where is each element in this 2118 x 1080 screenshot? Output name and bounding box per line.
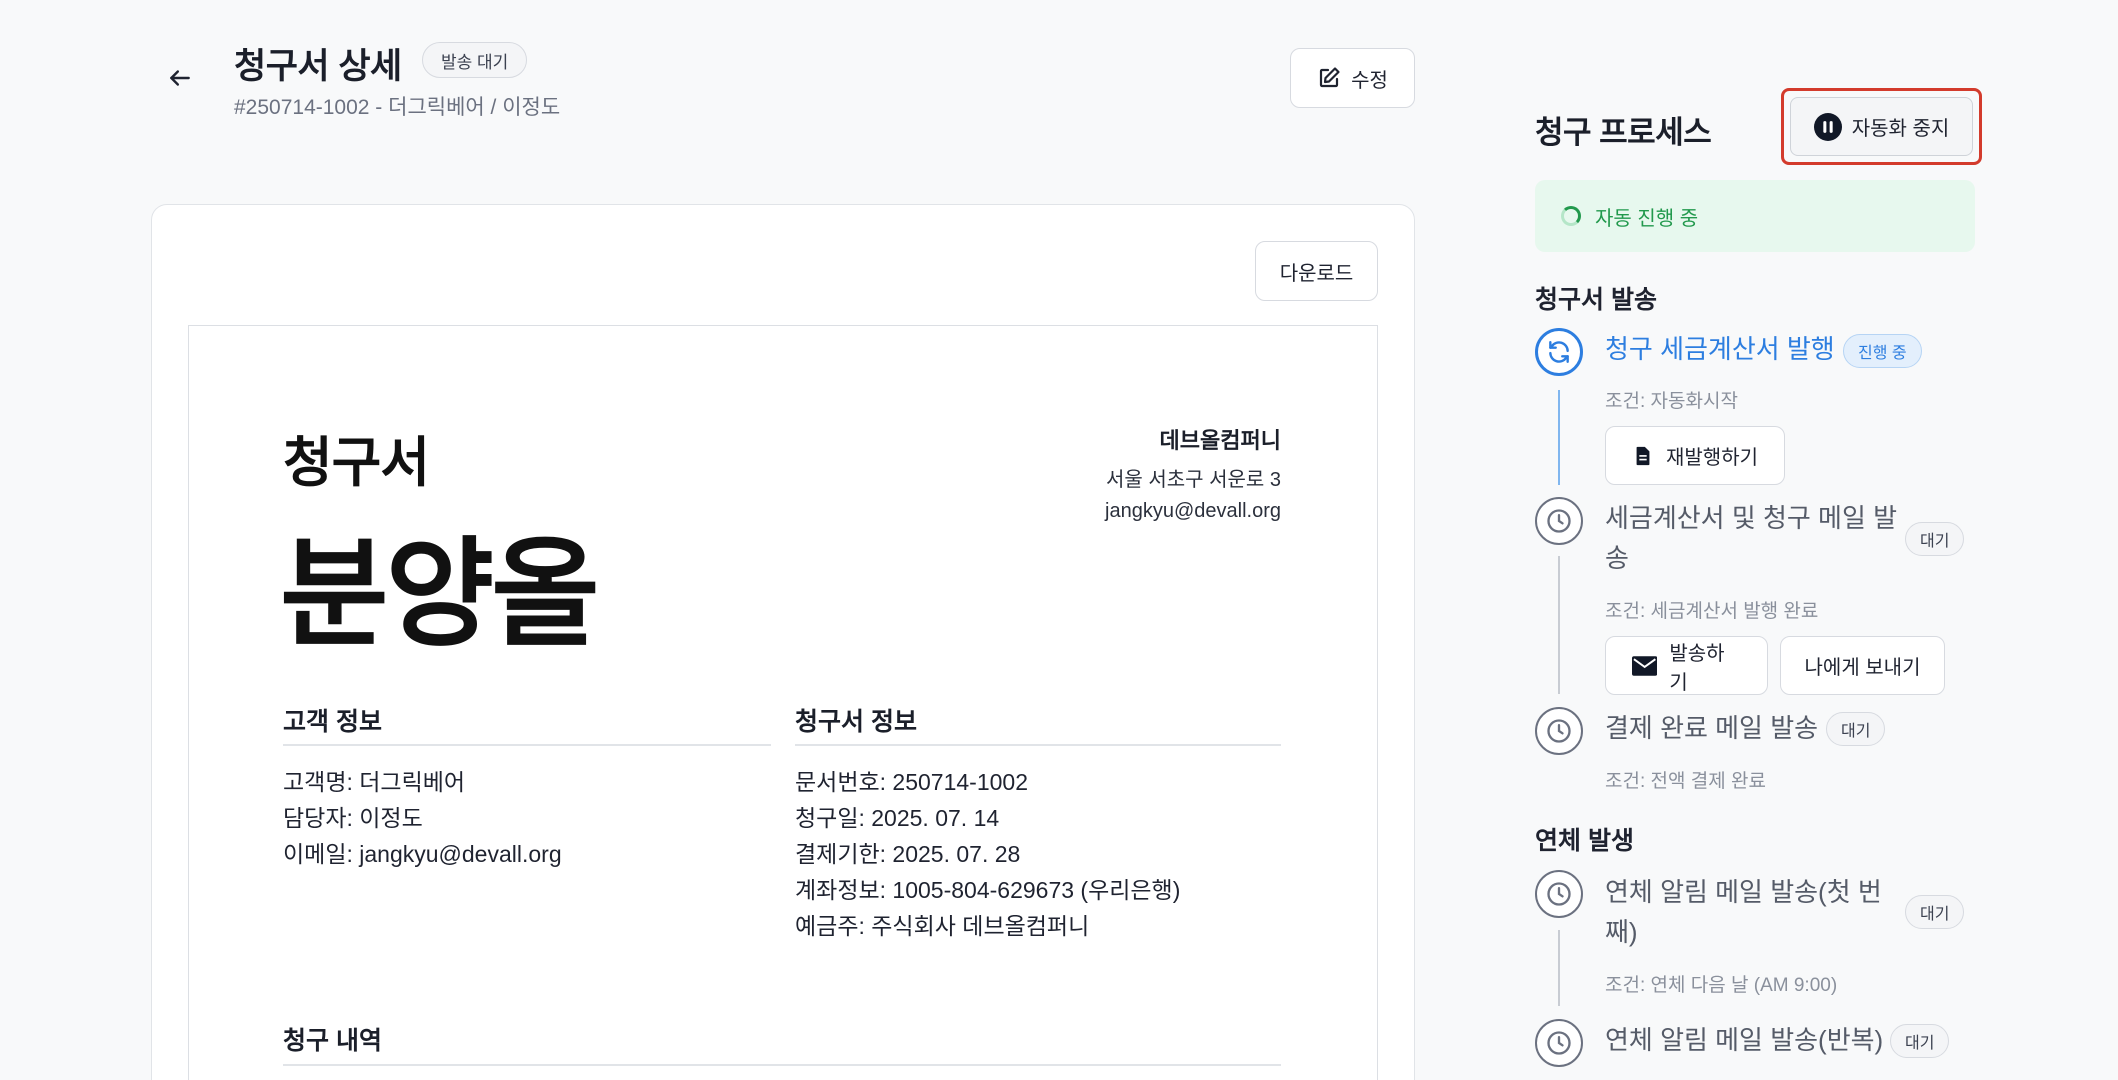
- group-heading-overdue: 연체 발생: [1535, 827, 1634, 855]
- send-to-me-button[interactable]: 나에게 보내기: [1780, 636, 1945, 695]
- section-divider: [795, 744, 1281, 746]
- step-status-badge: 진행 중: [1843, 334, 1922, 368]
- pause-automation-label: 자동화 중지: [1851, 118, 1950, 140]
- section-divider: [283, 1064, 1281, 1066]
- customer-email: 이메일: jangkyu@devall.org: [283, 841, 562, 867]
- company-email: jangkyu@devall.org: [1105, 500, 1281, 522]
- automation-status-text: 자동 진행 중: [1595, 207, 1699, 230]
- account-holder: 예금주: 주식회사 데브올컴퍼니: [795, 913, 1090, 939]
- page-subtitle: #250714-1002 - 더그릭베어 / 이정도: [234, 96, 561, 119]
- step-status-icon: [1535, 1019, 1583, 1067]
- customer-section-heading: 고객 정보: [283, 708, 382, 736]
- step-condition: 조건: 세금계산서 발행 완료: [1605, 601, 1819, 622]
- status-badge: 발송 대기: [422, 42, 528, 78]
- back-button[interactable]: [162, 60, 198, 96]
- document-number: 문서번호: 250714-1002: [795, 769, 1028, 795]
- invoice-big-label: 분양올: [280, 529, 600, 661]
- account-info: 계좌정보: 1005-804-629673 (우리은행): [795, 877, 1181, 903]
- pause-icon: [1813, 112, 1842, 141]
- section-divider: [283, 744, 771, 746]
- step-status-icon: [1535, 707, 1583, 755]
- send-button-label: 발송하기: [1669, 642, 1725, 694]
- clock-icon: [1547, 882, 1571, 906]
- step-status-badge: 대기: [1905, 895, 1965, 929]
- arrow-left-icon: [170, 70, 190, 86]
- reissue-button[interactable]: 재발행하기: [1605, 426, 1785, 485]
- step-condition: 조건: 전액 결제 완료: [1605, 771, 1766, 792]
- invoice-section-heading: 청구서 정보: [795, 708, 917, 736]
- timeline-connector: [1558, 930, 1560, 1006]
- step-title: 세금계산서 및 청구 메일 발 송: [1605, 503, 1898, 573]
- edit-button-label: 수정: [1351, 69, 1388, 92]
- step-status-icon: [1535, 328, 1583, 376]
- items-section-heading: 청구 내역: [283, 1027, 382, 1055]
- edit-button[interactable]: 수정: [1290, 48, 1415, 108]
- step-title: 연체 알림 메일 발송(첫 번 째): [1605, 877, 1882, 947]
- step-status-badge: 대기: [1905, 522, 1965, 556]
- step-condition: 조건: 자동화시작: [1605, 391, 1738, 412]
- document-icon: [1636, 446, 1650, 465]
- refresh-icon: [1549, 341, 1569, 363]
- step-title: 청구 세금계산서 발행: [1605, 334, 1835, 364]
- step-title: 연체 알림 메일 발송(반복): [1605, 1025, 1884, 1055]
- invoice-date: 청구일: 2025. 07. 14: [795, 805, 1000, 831]
- page-title: 청구서 상세: [234, 47, 402, 86]
- timeline-connector: [1558, 390, 1560, 485]
- payment-due-date: 결제기한: 2025. 07. 28: [795, 841, 1021, 867]
- timeline-connector: [1558, 556, 1560, 694]
- step-condition: 조건: 연체 다음 날 (AM 9:00): [1605, 975, 1838, 996]
- invoice-title: 청구서: [283, 433, 430, 493]
- send-button[interactable]: 발송하기: [1605, 636, 1768, 695]
- pause-automation-button[interactable]: 자동화 중지: [1790, 97, 1973, 156]
- mail-icon: [1632, 655, 1658, 676]
- customer-info: 고객명: 더그릭베어 담당자: 이정도 이메일: jangkyu@devall.…: [283, 764, 562, 872]
- step-status-icon: [1535, 497, 1583, 545]
- company-address: 서울 서초구 서운로 3: [1106, 469, 1281, 491]
- clock-icon: [1547, 509, 1571, 533]
- step-status-badge: 대기: [1826, 712, 1886, 746]
- spinner-icon: [1561, 206, 1581, 226]
- process-panel-title: 청구 프로세스: [1535, 115, 1712, 150]
- edit-icon: [1319, 67, 1340, 88]
- reissue-button-label: 재발행하기: [1666, 447, 1758, 469]
- invoice-info: 문서번호: 250714-1002 청구일: 2025. 07. 14 결제기한…: [795, 764, 1180, 944]
- customer-name: 고객명: 더그릭베어: [283, 769, 466, 795]
- group-heading-invoice-send: 청구서 발송: [1535, 286, 1657, 314]
- step-status-icon: [1535, 870, 1583, 918]
- download-button[interactable]: 다운로드: [1255, 241, 1378, 301]
- automation-status-banner: 자동 진행 중: [1535, 180, 1975, 252]
- company-name: 데브올컴퍼니: [1159, 428, 1281, 453]
- step-title: 결제 완료 메일 발송: [1605, 713, 1819, 743]
- step-status-badge: 대기: [1890, 1024, 1950, 1058]
- customer-manager: 담당자: 이정도: [283, 805, 423, 831]
- clock-icon: [1547, 719, 1571, 743]
- company-info: 데브올컴퍼니 서울 서초구 서운로 3 jangkyu@devall.org: [1105, 423, 1281, 531]
- clock-icon: [1547, 1031, 1571, 1055]
